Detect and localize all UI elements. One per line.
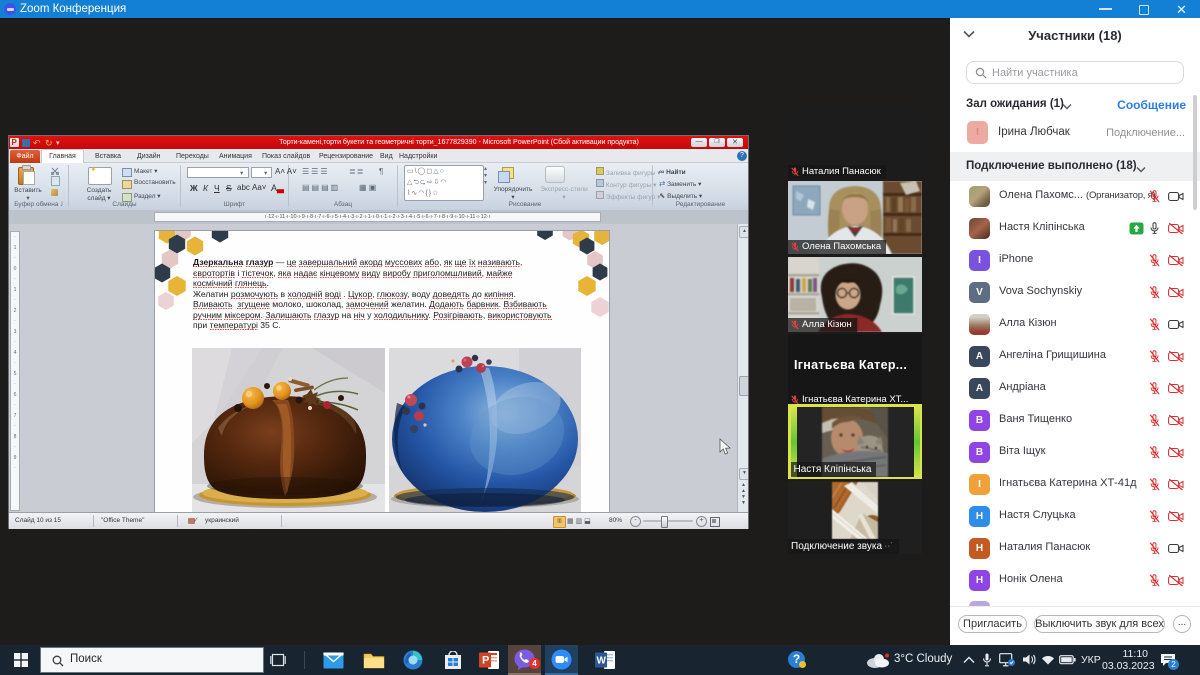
svg-text:P: P [482, 655, 489, 667]
svg-text:W: W [597, 656, 607, 667]
